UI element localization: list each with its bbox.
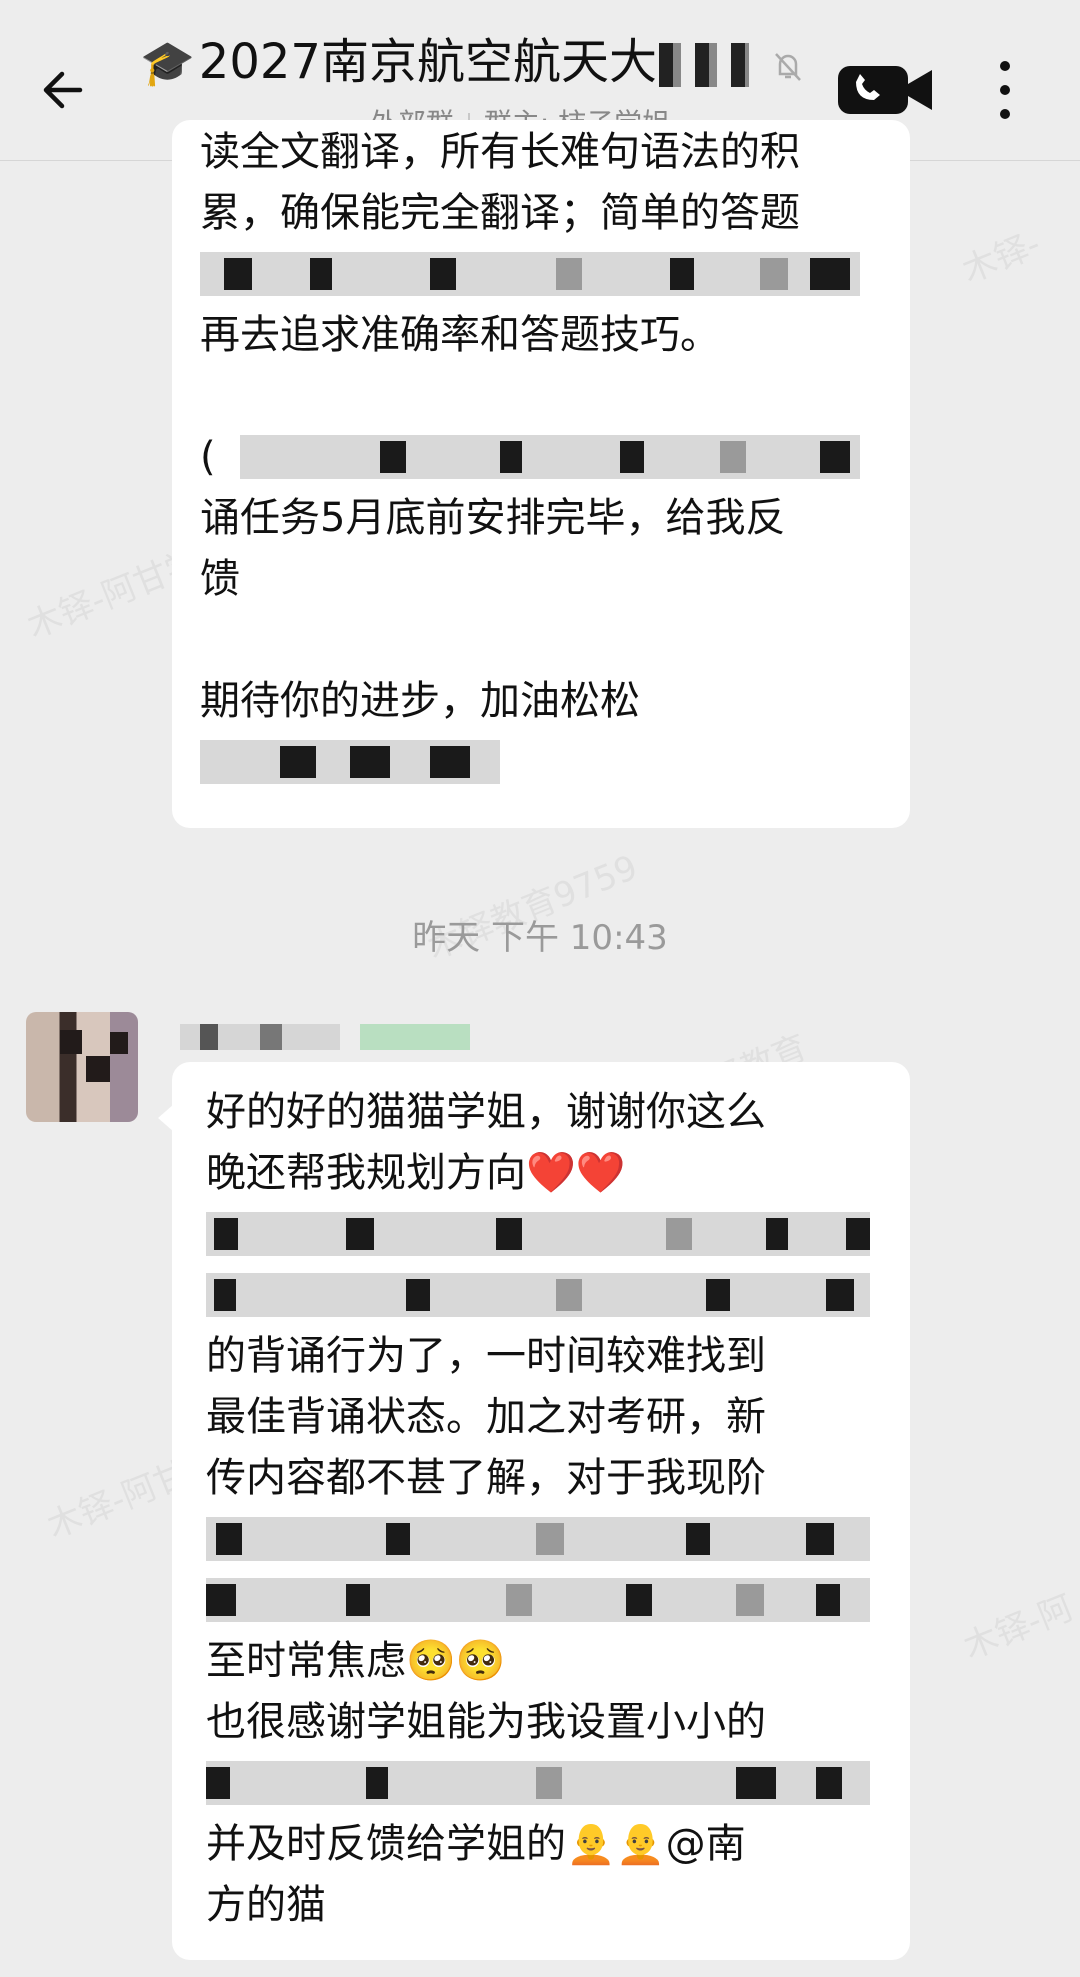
message-timestamp: 昨天 下午 10:43 [412, 918, 668, 958]
message-line: 再去追求准确率和答题技巧。 [200, 312, 720, 358]
redacted-line [206, 1753, 876, 1814]
graduation-cap-icon: 🎓 [140, 38, 195, 89]
redacted-line [200, 732, 882, 793]
message-line: 期待你的进步，加油松松 [200, 678, 640, 724]
redacted-line [206, 1509, 876, 1570]
redacted-line [206, 1204, 876, 1265]
mention[interactable]: @南 [666, 1821, 746, 1867]
redacted-title [658, 43, 749, 87]
group-title-text: 2027南京航空航天大 [198, 34, 657, 90]
message-line: 传内容都不甚了解，对于我现阶 [206, 1455, 766, 1501]
message-line: 最佳背诵状态。加之对考研，新 [206, 1394, 766, 1440]
message-line: 读全文翻译，所有长难句语法的积 [200, 129, 800, 175]
message-line: 至时常焦虑🥺🥺 [206, 1638, 506, 1684]
message-line: 也很感谢学姐能为我设置小小的 [206, 1699, 766, 1745]
watermark: 木铎- [956, 224, 1047, 292]
sender-name-redacted [180, 1012, 500, 1052]
redacted-line: ( [200, 427, 882, 488]
redacted-line [200, 244, 882, 305]
message-line: 方的猫 [206, 1882, 326, 1928]
message-line: 并及时反馈给学姐的🧑‍🦲🧑‍🦲@南 [206, 1821, 746, 1867]
redacted-line [206, 1265, 876, 1326]
watermark: 木铎-阿 [957, 1587, 1079, 1668]
message-line: 的背诵行为了，一时间较难找到 [206, 1333, 766, 1379]
mute-bell-icon [775, 53, 801, 81]
redacted-line [206, 1570, 876, 1631]
group-title[interactable]: 🎓2027南京航空航天大 [140, 32, 800, 94]
message-line: 晚还帮我规划方向❤️❤️ [206, 1150, 626, 1196]
message-line: 好的好的猫猫学姐，谢谢你这么 [206, 1089, 766, 1135]
more-options-icon[interactable] [990, 56, 1020, 126]
back-arrow-icon[interactable] [36, 62, 92, 118]
message-line: 诵任务5月底前安排完毕，给我反 [200, 495, 786, 541]
video-call-icon[interactable] [836, 60, 936, 120]
message-bubble-outgoing-context[interactable]: 读全文翻译，所有长难句语法的积 累，确保能完全翻译；简单的答题 再去追求准确率和… [172, 120, 910, 828]
message-bubble-incoming[interactable]: 好的好的猫猫学姐，谢谢你这么 晚还帮我规划方向❤️❤️ 的背诵行为了，一时间较难… [158, 1062, 910, 1960]
pleading-face-icon: 🥺🥺 [406, 1638, 506, 1684]
message-line: 累，确保能完全翻译；简单的答题 [200, 190, 800, 236]
message-line: 馈 [200, 556, 240, 602]
red-heart-icon: ❤️❤️ [526, 1150, 626, 1196]
avatar[interactable] [26, 1012, 138, 1122]
person-emoji-icon: 🧑‍🦲🧑‍🦲 [566, 1821, 666, 1867]
